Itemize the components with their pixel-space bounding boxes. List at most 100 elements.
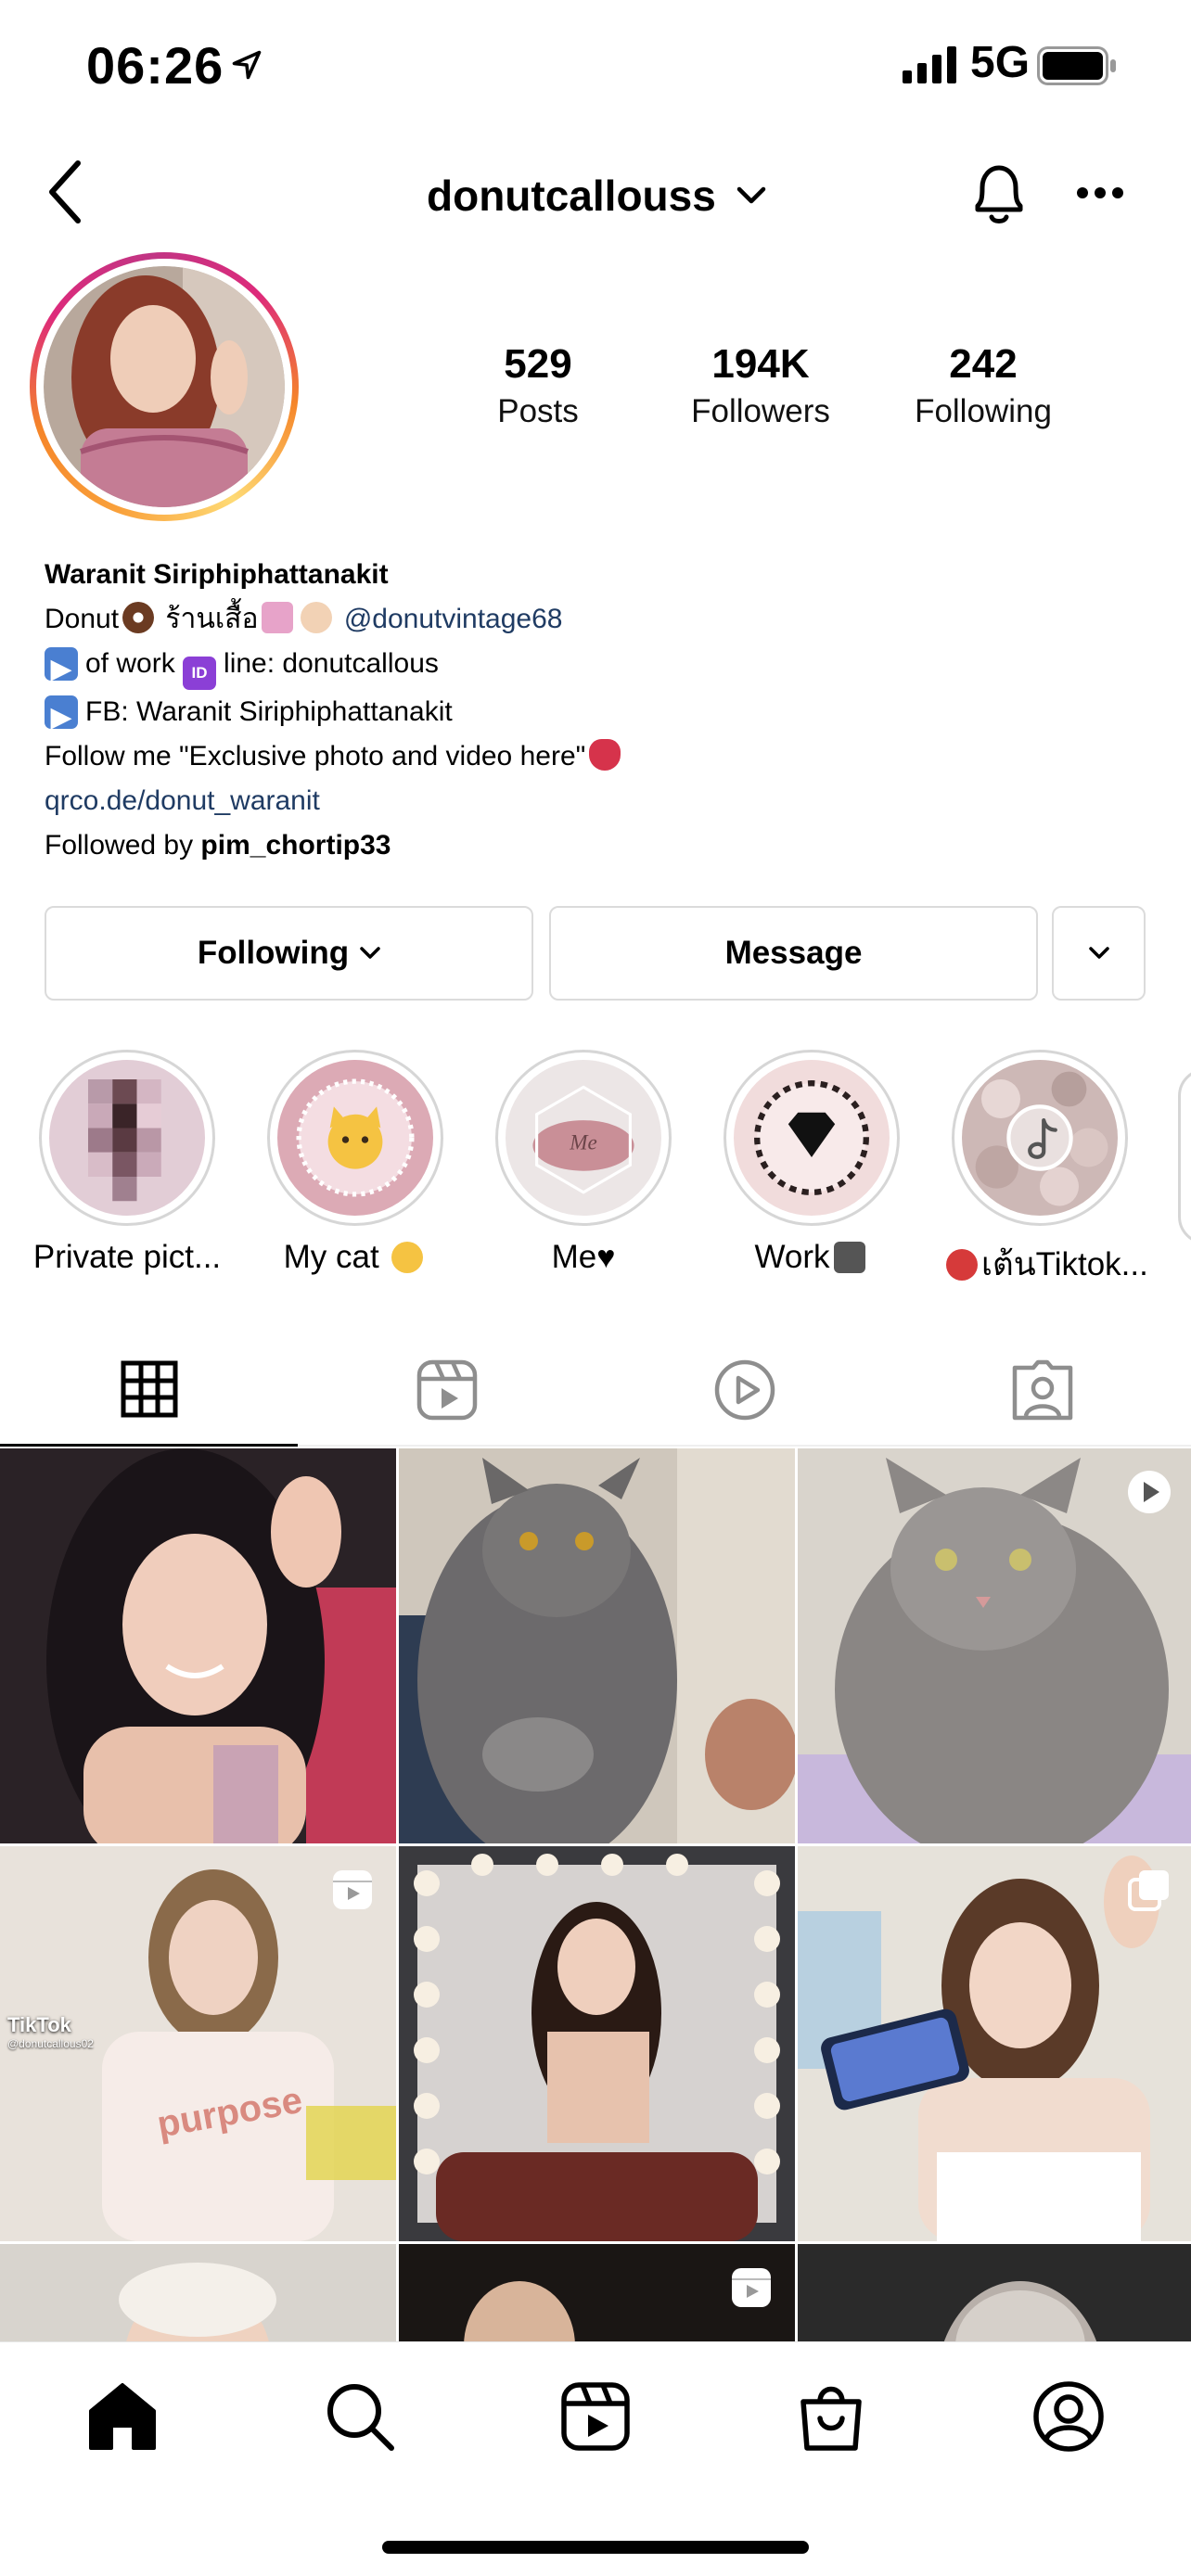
chevron-down-icon [736,186,766,204]
posts-grid: purpose TikTok @donutcallous02 [0,1448,1191,2376]
video-play-icon [1128,1471,1171,1513]
donut-emoji-icon [122,602,155,633]
highlight-cover [49,1060,205,1216]
dancer-emoji-icon [946,1249,978,1281]
grid-post[interactable] [798,1846,1191,2241]
grid-post[interactable]: purpose TikTok @donutcallous02 [0,1846,396,2241]
shirt-emoji-icon [262,602,294,633]
highlight-work[interactable]: Work [714,1050,909,1276]
bio-text: of work [85,648,175,679]
highlight-cover [277,1060,433,1216]
network-type: 5G [970,38,1031,87]
followers-stat[interactable]: 194K Followers [659,341,863,430]
bio-mention-link[interactable]: @donutvintage68 [344,604,563,634]
highlight-tiktok-dance[interactable]: เต้นTiktok... [942,1050,1148,1290]
bio-text: line: donutcallous [224,648,439,679]
post-thumbnail [399,1846,795,2241]
back-icon[interactable] [43,158,89,226]
chevron-down-icon [1088,947,1109,959]
followed-by-user: pim_chortip33 [200,830,391,861]
profile-bio: Waranit Siriphiphattanakit Donut ร้านเสื… [45,553,1158,868]
bio-line-4: Follow me "Exclusive photo and video her… [45,734,1158,779]
home-indicator[interactable] [382,2541,809,2554]
grid-post[interactable] [798,1448,1191,1843]
following-button-label: Following [197,935,350,971]
status-time: 06:26 [86,36,224,95]
highlight-label: Work [714,1239,909,1276]
notifications-bell-icon[interactable] [968,159,1030,226]
post-thumbnail [399,1448,795,1843]
posts-label: Posts [497,393,579,429]
grid-post[interactable] [399,1846,795,2241]
highlight-my-cat[interactable]: My cat [258,1050,453,1276]
pointing-hand-emoji-icon [301,602,333,633]
bio-text: FB: Waranit Siriphiphattanakit [85,696,453,727]
avatar [44,266,285,507]
tab-posts-grid[interactable] [0,1333,298,1447]
search-icon[interactable] [323,2379,397,2454]
tab-tagged[interactable] [893,1333,1191,1447]
black-heart-icon: ♥ [596,1240,616,1275]
profile-icon[interactable] [1031,2379,1106,2454]
carousel-icon [1128,1870,1169,1911]
following-stat[interactable]: 242 Following [881,341,1085,430]
following-button[interactable]: Following [45,906,533,1001]
grid-post[interactable] [0,1448,396,1843]
highlight-label: เต้นTiktok... [942,1239,1148,1290]
camera-flash-emoji-icon [833,1242,865,1273]
highlight-label: Me♥ [551,1239,616,1275]
bio-text: Follow me "Exclusive photo and video her… [45,741,586,772]
highlight-label: My cat [258,1239,453,1276]
reels-icon[interactable] [558,2379,633,2454]
reels-icon [333,1870,372,1909]
message-button[interactable]: Message [549,906,1038,1001]
grid-post[interactable] [399,1448,795,1843]
bio-thai-text: ร้านเสื้อ [165,604,259,634]
profile-avatar-story-ring[interactable] [30,252,299,521]
cellular-signal-icon [903,46,956,83]
reels-icon [732,2268,771,2307]
cat-face-emoji-icon [391,1242,424,1273]
following-count: 242 [949,341,1018,387]
tab-videos[interactable] [596,1333,893,1447]
home-icon[interactable] [85,2379,160,2454]
bio-website-link[interactable]: qrco.de/donut_waranit [45,779,1158,823]
reels-icon [416,1359,477,1421]
posts-count: 529 [504,341,572,387]
followed-by-prefix: Followed by [45,830,194,861]
followed-by[interactable]: Followed by pim_chortip33 [45,823,1158,868]
play-button-icon: ▶ [45,647,78,684]
username-title: donutcallouss [427,172,716,220]
kiss-lips-emoji-icon [589,739,621,771]
highlight-me[interactable]: Me Me♥ [486,1050,681,1276]
play-button-icon: ▶ [45,695,78,733]
bio-line-2: ▶ of work ID line: donutcallous [45,642,1158,690]
shop-bag-icon[interactable] [794,2379,868,2454]
story-highlights: Private pict... My cat Me Me♥ Work เต้นT… [0,1050,1191,1291]
followers-label: Followers [691,393,830,429]
highlight-cover [734,1060,890,1216]
svg-text:Me: Me [569,1130,596,1154]
highlight-label: Private pict... [32,1239,222,1275]
highlight-partial[interactable] [1178,1068,1191,1244]
bio-line-3: ▶ FB: Waranit Siriphiphattanakit [45,690,1158,734]
chevron-down-icon [360,947,380,959]
tagged-person-icon [1012,1359,1072,1421]
account-switcher[interactable]: donutcallouss [427,163,766,228]
status-bar: 06:26 5G [0,0,1191,134]
posts-stat[interactable]: 529 Posts [436,341,640,430]
more-options-icon[interactable] [1076,185,1124,200]
id-button-icon: ID [183,657,217,690]
suggested-accounts-button[interactable] [1052,906,1146,1001]
highlight-private-pictures[interactable]: Private pict... [30,1050,224,1276]
highlight-cover [962,1060,1118,1216]
followers-count: 194K [711,341,810,387]
tab-reels[interactable] [298,1333,596,1447]
profile-header: donutcallouss [0,139,1191,250]
grid-icon [121,1360,177,1417]
location-arrow-icon [232,50,262,80]
profile-content-tabs [0,1333,1191,1447]
following-label: Following [915,393,1052,429]
bottom-navigation [0,2341,1191,2576]
play-circle-icon [714,1359,775,1421]
